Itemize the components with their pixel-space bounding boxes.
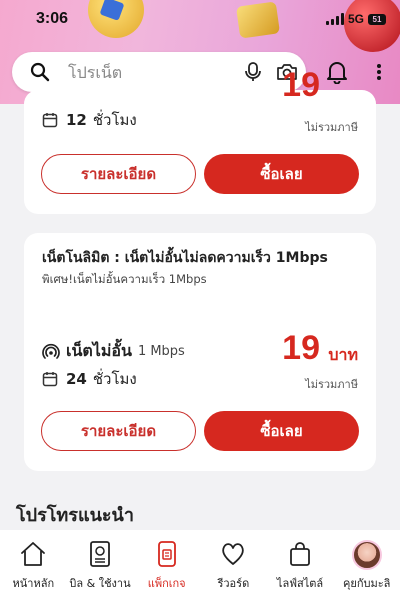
nav-item-rewards[interactable]: รีวอร์ด [200,530,267,600]
bill-icon [90,541,110,567]
nav-item-chat-mali[interactable]: คุยกับมะลิ [333,530,400,600]
package-card: 12 ชั่วโมง 19 ไม่รวมภาษี รายละเอียด ซื้อ… [24,66,376,214]
details-button[interactable]: รายละเอียด [41,154,196,194]
status-time: 3:06 [36,10,69,27]
home-icon [21,542,46,566]
duration-unit: ชั่วโมง [92,111,137,129]
tax-note: ไม่รวมภาษี [305,378,358,391]
details-button[interactable]: รายละเอียด [41,411,196,451]
package-price: 19 [282,66,320,104]
package-price: 19 [282,329,320,367]
speed-label: เน็ตไม่อั้น [66,341,132,360]
price-unit: บาท [328,345,358,364]
nav-item-bill[interactable]: บิล & ใช้งาน [67,530,134,600]
buy-button[interactable]: ซื้อเลย [204,411,359,451]
package-card: เน็ตโนลิมิต : เน็ตไม่อั้นไม่ลดความเร็ว 1… [24,233,376,471]
speed-row: เน็ตไม่อั้น 1 Mbps [42,339,185,364]
avatar [351,540,382,570]
search-bar[interactable]: โปรเน็ต [12,52,306,92]
package-subtitle: พิเศษ!เน็ตไม่อั้นความเร็ว 1Mbps [42,272,207,286]
search-icon [30,62,50,82]
signal-wave-icon [42,343,60,359]
microphone-icon[interactable] [244,62,262,82]
nav-label: บิล & ใช้งาน [69,577,131,590]
more-options-icon[interactable] [372,62,386,82]
shopping-bag-icon [290,542,310,566]
package-icon [157,541,176,567]
battery-icon: 51 [368,13,386,25]
calendar-icon [42,113,58,128]
duration-row: 24 ชั่วโมง [42,367,137,391]
speed-value: 1 Mbps [137,344,185,359]
section-title: โปรโทรแนะนำ [16,505,134,526]
notification-bell-icon[interactable] [326,60,348,84]
nav-label: คุยกับมะลิ [343,577,391,590]
bottom-navigation: หน้าหลัก บิล & ใช้งาน แพ็กเกจ รีวอร์ด ไล… [0,530,400,600]
tax-note: ไม่รวมภาษี [305,121,358,134]
search-input[interactable]: โปรเน็ต [68,61,122,86]
duration-value: 24 [66,370,87,388]
heart-icon [222,543,245,565]
duration-row: 12 ชั่วโมง [42,108,137,132]
nav-label: ไลฟ์สไตล์ [276,577,324,590]
status-bar: 3:06 5G 51 [0,8,400,32]
signal-icon [325,13,344,25]
duration-value: 12 [66,111,87,129]
nav-item-lifestyle[interactable]: ไลฟ์สไตล์ [267,530,334,600]
package-title: เน็ตโนลิมิต : เน็ตไม่อั้นไม่ลดความเร็ว 1… [42,250,328,266]
duration-unit: ชั่วโมง [92,370,137,388]
nav-item-package[interactable]: แพ็กเกจ [133,530,200,600]
buy-button[interactable]: ซื้อเลย [204,154,359,194]
nav-label: รีวอร์ด [217,577,250,590]
app-header: 3:06 5G 51 โปรเน็ต [0,0,400,104]
calendar-icon [42,372,58,387]
network-type: 5G [347,12,364,26]
nav-label: หน้าหลัก [12,577,55,590]
nav-label: แพ็กเกจ [147,577,186,590]
nav-item-home[interactable]: หน้าหลัก [0,530,67,600]
